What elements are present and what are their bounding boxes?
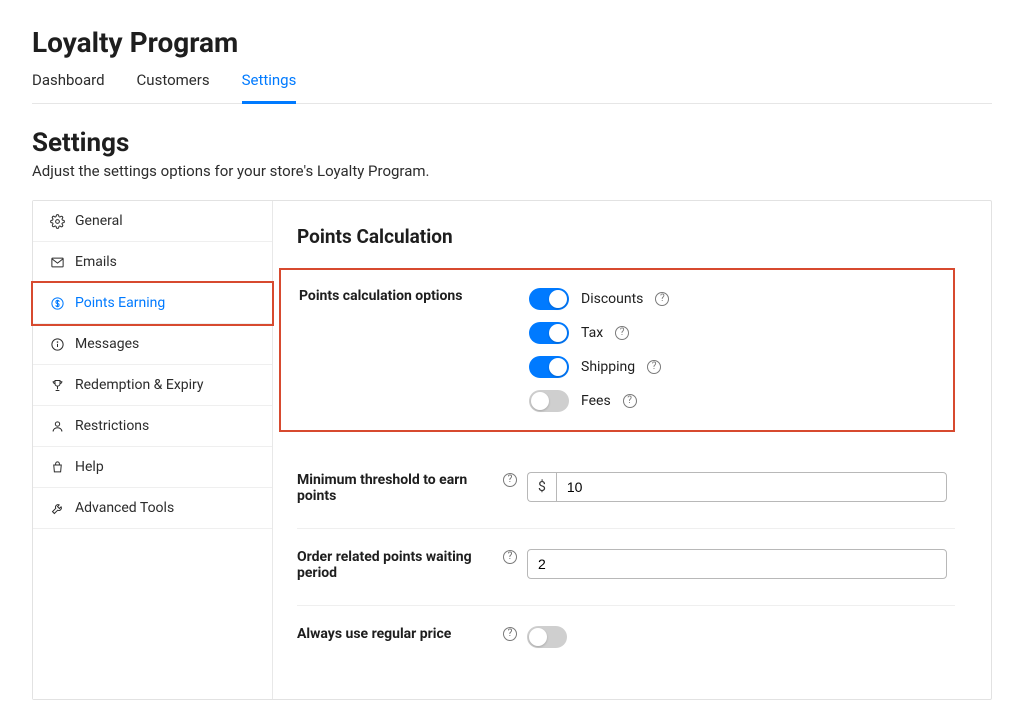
sidebar-item-label: Messages <box>75 336 139 352</box>
sidebar-item-label: Emails <box>75 254 117 270</box>
waiting-period-label: Order related points waiting period ? <box>297 549 527 581</box>
sidebar-item-label: Redemption & Expiry <box>75 377 204 393</box>
tab-bar: Dashboard Customers Settings <box>32 71 992 104</box>
help-icon[interactable]: ? <box>655 292 669 306</box>
calc-options-highlight: Points calculation options Discounts ? <box>279 268 955 432</box>
help-icon[interactable]: ? <box>503 550 517 564</box>
tab-settings[interactable]: Settings <box>242 71 297 104</box>
sidebar-item-help[interactable]: Help <box>33 447 272 488</box>
regular-price-label: Always use regular price ? <box>297 626 527 642</box>
dollar-circle-icon <box>49 295 65 311</box>
min-threshold-label: Minimum threshold to earn points ? <box>297 472 527 504</box>
help-icon[interactable]: ? <box>623 394 637 408</box>
section-subtitle: Adjust the settings options for your sto… <box>32 162 992 180</box>
toggle-row-tax: Tax ? <box>529 322 953 344</box>
toggle-row-fees: Fees ? <box>529 390 953 412</box>
toggle-row-discounts: Discounts ? <box>529 288 953 310</box>
settings-layout: General Emails Points Earning Messages <box>32 200 992 700</box>
toggle-label: Discounts <box>581 291 643 307</box>
toggle-shipping[interactable] <box>529 356 569 378</box>
toggle-discounts[interactable] <box>529 288 569 310</box>
page-title: Loyalty Program <box>32 26 992 59</box>
calc-options-label: Points calculation options <box>299 288 529 412</box>
sidebar-item-label: Help <box>75 459 104 475</box>
waiting-period-input[interactable] <box>527 549 947 579</box>
bag-icon <box>49 459 65 475</box>
toggle-tax[interactable] <box>529 322 569 344</box>
sidebar-item-label: Points Earning <box>75 295 165 311</box>
help-icon[interactable]: ? <box>647 360 661 374</box>
trophy-icon <box>49 377 65 393</box>
waiting-period-input-group <box>527 549 947 579</box>
sidebar-item-points-earning[interactable]: Points Earning <box>33 283 272 324</box>
mail-icon <box>49 254 65 270</box>
row-min-threshold: Minimum threshold to earn points ? $ <box>297 452 955 529</box>
app-root: Loyalty Program Dashboard Customers Sett… <box>0 0 1024 700</box>
tab-customers[interactable]: Customers <box>137 71 210 103</box>
wrench-icon <box>49 500 65 516</box>
toggle-label: Tax <box>581 325 603 341</box>
gear-icon <box>49 213 65 229</box>
help-icon[interactable]: ? <box>503 473 517 487</box>
calc-toggles: Discounts ? Tax ? Shipping <box>529 288 953 412</box>
sidebar-item-emails[interactable]: Emails <box>33 242 272 283</box>
settings-content: Points Calculation Points calculation op… <box>273 201 991 699</box>
tab-dashboard[interactable]: Dashboard <box>32 71 105 103</box>
settings-sidebar: General Emails Points Earning Messages <box>33 201 273 699</box>
person-icon <box>49 418 65 434</box>
sidebar-item-general[interactable]: General <box>33 201 272 242</box>
min-threshold-input-group: $ <box>527 472 947 502</box>
currency-prefix: $ <box>527 472 556 502</box>
help-icon[interactable]: ? <box>503 627 517 641</box>
toggle-label: Fees <box>581 393 611 409</box>
sidebar-item-redemption[interactable]: Redemption & Expiry <box>33 365 272 406</box>
sidebar-item-label: Restrictions <box>75 418 149 434</box>
info-icon <box>49 336 65 352</box>
row-regular-price: Always use regular price ? <box>297 606 955 672</box>
section-title: Settings <box>32 128 992 158</box>
sidebar-item-label: Advanced Tools <box>75 500 174 516</box>
toggle-label: Shipping <box>581 359 635 375</box>
help-icon[interactable]: ? <box>615 326 629 340</box>
toggle-regular-price[interactable] <box>527 626 567 648</box>
sidebar-item-advanced[interactable]: Advanced Tools <box>33 488 272 529</box>
sidebar-item-messages[interactable]: Messages <box>33 324 272 365</box>
toggle-fees[interactable] <box>529 390 569 412</box>
min-threshold-input[interactable] <box>556 472 947 502</box>
row-waiting-period: Order related points waiting period ? <box>297 529 955 606</box>
sidebar-item-restrictions[interactable]: Restrictions <box>33 406 272 447</box>
panel-title: Points Calculation <box>297 225 955 248</box>
sidebar-item-label: General <box>75 213 123 229</box>
toggle-row-shipping: Shipping ? <box>529 356 953 378</box>
